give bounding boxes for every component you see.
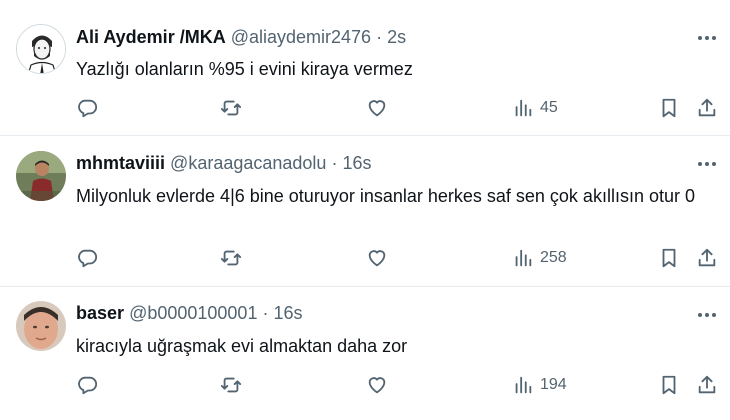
views-count: 45 [540, 99, 558, 116]
bookmark-button[interactable] [658, 96, 680, 120]
share-button[interactable] [696, 96, 718, 120]
reply-icon [78, 376, 98, 395]
views-button[interactable]: 194 [512, 373, 567, 397]
views-icon [515, 249, 532, 267]
retweet-icon [220, 100, 242, 116]
more-icon[interactable] [696, 28, 718, 48]
tweet-text: kiracıyla uğraşmak evi almaktan daha zor [76, 336, 408, 356]
display-name[interactable]: Ali Aydemir /MKA [76, 27, 226, 47]
tweet[interactable]: mhmtaviiii @karaagacanadolu · 16s Milyon… [0, 136, 730, 287]
reply-button[interactable] [76, 96, 98, 120]
share-icon [698, 375, 716, 394]
bookmark-button[interactable] [658, 246, 680, 270]
like-button[interactable] [366, 246, 388, 270]
tweet-text: Yazlığı olanların %95 i evini kiraya ver… [76, 59, 413, 79]
share-button[interactable] [696, 246, 718, 270]
share-icon [698, 248, 716, 267]
retweet-button[interactable] [220, 246, 242, 270]
timestamp[interactable]: 2s [387, 27, 406, 47]
avatar[interactable] [16, 151, 66, 201]
user-handle[interactable]: @aliaydemir2476 [231, 27, 371, 47]
views-button[interactable]: 45 [512, 96, 558, 120]
tweet-header: Ali Aydemir /MKA @aliaydemir2476 · 2s [76, 25, 690, 49]
bookmark-icon [662, 248, 676, 268]
like-button[interactable] [366, 373, 388, 397]
heart-icon [368, 250, 386, 267]
views-button[interactable]: 258 [512, 246, 567, 270]
tweet-header: baser @b0000100001 · 16s [76, 301, 690, 325]
bookmark-icon [662, 98, 676, 118]
views-icon [515, 376, 532, 394]
reply-button[interactable] [76, 246, 98, 270]
separator-dot: · [376, 27, 383, 47]
tweet-actions: 45 [76, 96, 726, 120]
more-icon[interactable] [696, 154, 718, 174]
share-icon [698, 98, 716, 117]
bookmark-button[interactable] [658, 373, 680, 397]
reply-icon [78, 249, 98, 268]
user-handle[interactable]: @karaagacanadolu [170, 153, 326, 173]
display-name[interactable]: baser [76, 303, 124, 323]
avatar[interactable] [16, 301, 66, 351]
tweet-actions: 258 [76, 246, 726, 270]
heart-icon [368, 100, 386, 117]
bookmark-icon [662, 375, 676, 395]
tweet-text: Milyonluk evlerde 4|6 bine oturuyor insa… [76, 186, 695, 206]
like-button[interactable] [366, 96, 388, 120]
tweet[interactable]: baser @b0000100001 · 16s kiracıyla uğraş… [0, 287, 730, 420]
reply-button[interactable] [76, 373, 98, 397]
share-button[interactable] [696, 373, 718, 397]
views-count: 258 [540, 249, 567, 266]
tweet-header: mhmtaviiii @karaagacanadolu · 16s [76, 151, 690, 175]
user-handle[interactable]: @b0000100001 [129, 303, 257, 323]
retweet-button[interactable] [220, 373, 242, 397]
reply-icon [78, 99, 98, 118]
avatar[interactable] [16, 24, 66, 74]
retweet-icon [220, 377, 242, 393]
tweet-actions: 194 [76, 373, 726, 397]
views-count: 194 [540, 376, 567, 393]
retweet-button[interactable] [220, 96, 242, 120]
timestamp[interactable]: 16s [342, 153, 371, 173]
tweet-feed: Ali Aydemir /MKA @aliaydemir2476 · 2s Ya… [0, 0, 730, 420]
retweet-icon [220, 250, 242, 266]
separator-dot: · [331, 153, 338, 173]
timestamp[interactable]: 16s [273, 303, 302, 323]
views-icon [515, 99, 532, 117]
tweet[interactable]: Ali Aydemir /MKA @aliaydemir2476 · 2s Ya… [0, 0, 730, 136]
more-icon[interactable] [696, 305, 718, 325]
separator-dot: · [262, 303, 269, 323]
heart-icon [368, 377, 386, 394]
display-name[interactable]: mhmtaviiii [76, 153, 165, 173]
